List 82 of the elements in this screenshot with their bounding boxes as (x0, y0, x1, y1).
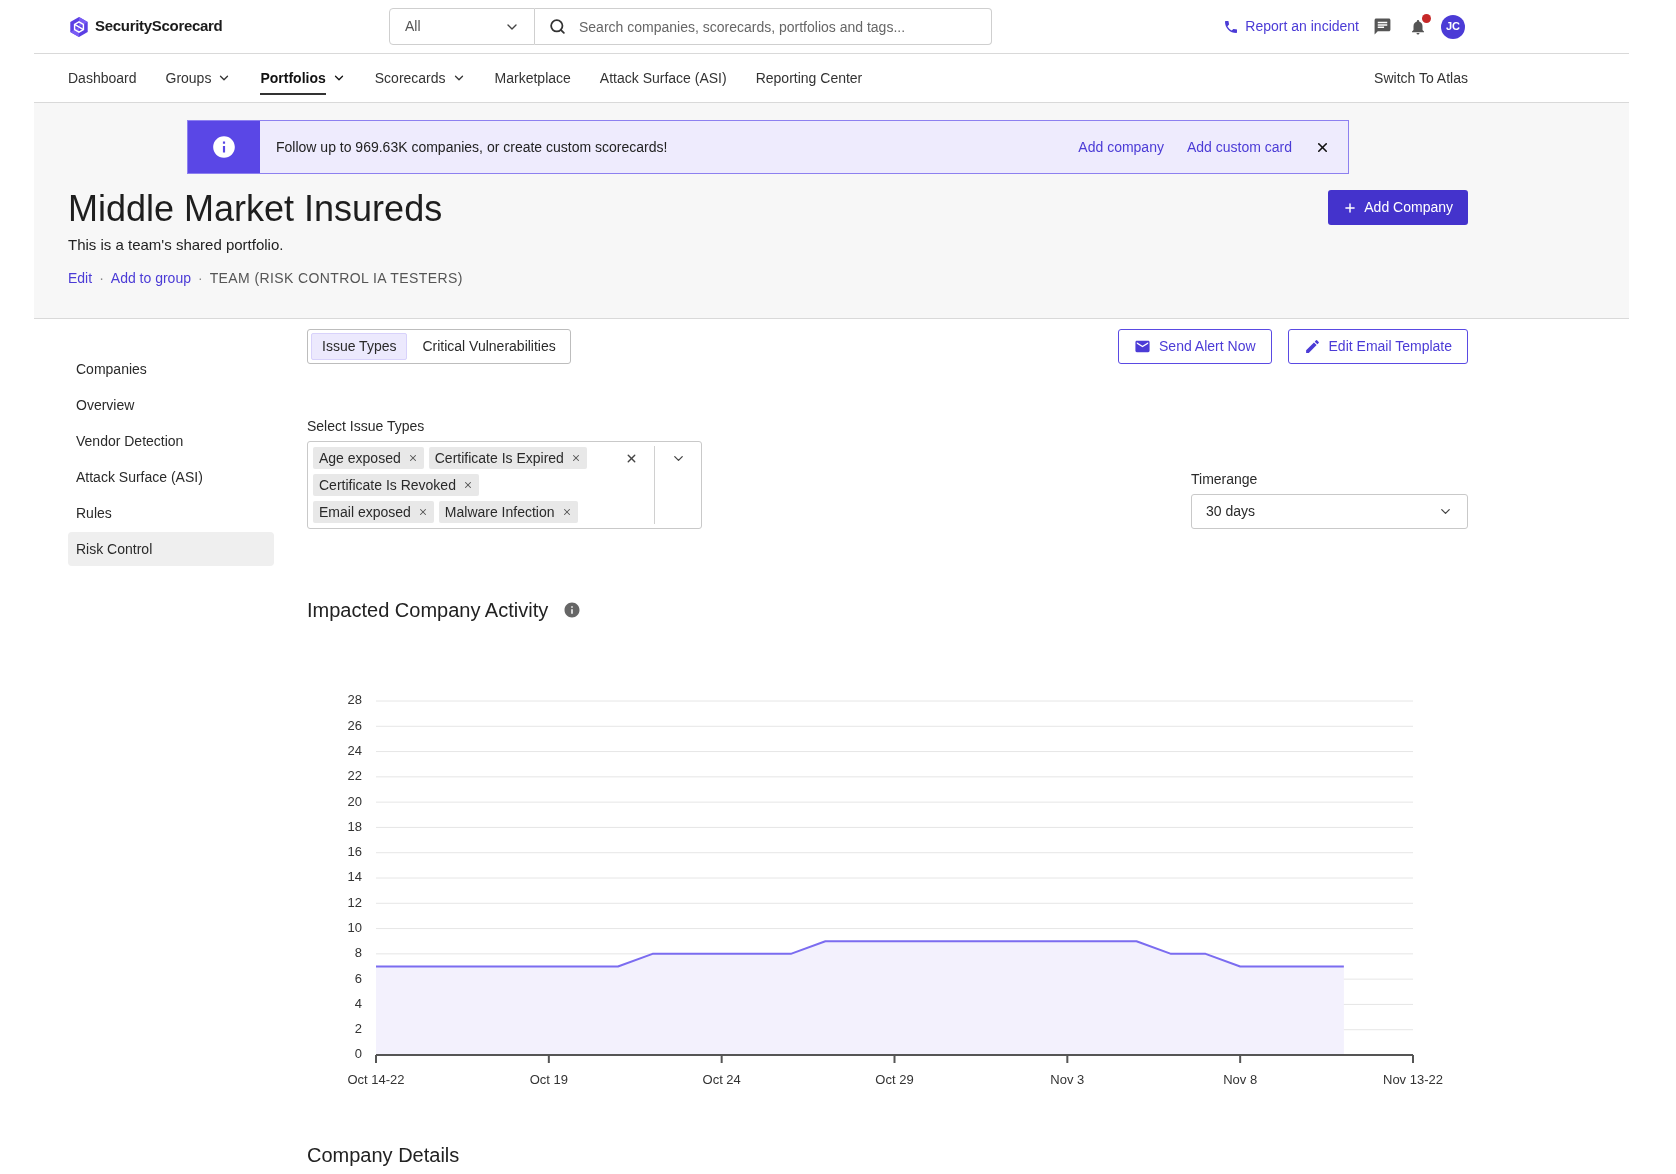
hexagon-logo-icon (68, 15, 90, 38)
section-title: Impacted Company Activity (307, 598, 549, 622)
nav-tab[interactable]: Portfolios (260, 61, 346, 95)
banner-link[interactable]: Add custom card (1186, 136, 1292, 158)
issue-type-tag[interactable]: Malware Infection (438, 501, 578, 523)
x-axis-label: Oct 19 (529, 1072, 568, 1088)
info-icon (211, 134, 237, 160)
sidebar-item[interactable]: Risk Control (68, 532, 274, 566)
switch-atlas-link[interactable]: Switch To Atlas (1374, 67, 1468, 89)
issue-type-multiselect[interactable]: Age exposed Certificate Is Expired Certificate Is Revoked Email exposed Malware Infection (307, 441, 702, 529)
banner-link[interactable]: Add company (1078, 136, 1164, 158)
remove-icon[interactable] (462, 480, 473, 490)
info-icon[interactable] (563, 601, 582, 619)
banner-message: Follow up to 969.63K companies, or create custom scorecards! (275, 137, 668, 157)
y-axis-label: 10 (347, 920, 362, 935)
action-button[interactable]: Edit Email Template (1287, 329, 1468, 364)
section-title: Company Details (307, 1144, 460, 1166)
report-incident-link[interactable]: Report an incident (1223, 16, 1359, 37)
brand-name: SecurityScorecard (95, 16, 223, 37)
avatar-button[interactable]: JC (1441, 14, 1465, 39)
search-field[interactable]: Search companies, scorecards, portfolios and tags... (535, 8, 992, 45)
y-axis-label: 12 (347, 894, 362, 910)
phone-icon (1223, 18, 1240, 35)
remove-icon[interactable] (561, 507, 572, 517)
field-label: Timerange (1191, 471, 1259, 488)
x-axis-label: Oct 14-22 (347, 1072, 405, 1088)
portfolio-link[interactable]: Edit (68, 269, 93, 287)
add-company-button[interactable]: Add Company (1328, 190, 1468, 225)
x-axis-label: Nov 3 (1050, 1072, 1085, 1088)
nav-tab[interactable]: Reporting Center (755, 61, 863, 95)
nav-tab[interactable]: Marketplace (494, 61, 571, 95)
tab[interactable]: Issue Types (311, 333, 408, 360)
sidebar-item[interactable]: Overview (68, 388, 274, 422)
x-axis-label: Nov 8 (1223, 1072, 1258, 1088)
y-axis-label: 2 (354, 1021, 362, 1037)
separator: · (99, 269, 104, 287)
remove-icon[interactable] (407, 453, 418, 463)
y-axis-label: 26 (347, 717, 362, 733)
y-axis-label: 4 (354, 995, 362, 1011)
nav-tab[interactable]: Dashboard (68, 61, 137, 95)
chat-icon[interactable] (1373, 17, 1392, 36)
separator: · (197, 269, 203, 287)
y-axis-label: 14 (347, 869, 362, 885)
y-axis-label: 18 (347, 818, 362, 834)
portfolio-title: Middle Market Insureds (68, 188, 444, 230)
team-label: TEAM (RISK CONTROL IA TESTERS) (209, 269, 463, 287)
issue-type-tag[interactable]: Certificate Is Expired (428, 447, 587, 469)
clear-icon[interactable] (625, 452, 638, 465)
y-axis-label: 28 (347, 692, 362, 708)
x-axis-label: Oct 29 (875, 1072, 914, 1088)
sidebar-item[interactable]: Rules (68, 496, 274, 530)
sidebar-item[interactable]: Vendor Detection (68, 424, 274, 458)
sidebar-item[interactable]: Companies (68, 352, 274, 386)
issue-type-tag[interactable]: Age exposed (313, 447, 424, 469)
scope-select[interactable]: All (389, 8, 535, 45)
y-axis-label: 0 (354, 1046, 362, 1062)
x-axis-label: Nov 13-22 (1383, 1072, 1443, 1088)
timerange-select[interactable]: 30 days (1191, 494, 1468, 529)
action-button[interactable]: Send Alert Now (1118, 329, 1272, 364)
sidebar-item[interactable]: Attack Surface (ASI) (68, 460, 274, 494)
y-axis-label: 22 (347, 768, 362, 784)
issue-type-tag[interactable]: Email exposed (313, 501, 434, 523)
y-axis-label: 24 (347, 743, 362, 758)
x-axis-label: Oct 24 (702, 1072, 741, 1088)
bell-icon[interactable] (1409, 17, 1427, 36)
portfolio-description: This is a team's shared portfolio. (68, 235, 285, 255)
issue-type-tag[interactable]: Certificate Is Revoked (313, 474, 479, 496)
y-axis-label: 6 (354, 970, 362, 986)
nav-tab[interactable]: Attack Surface (ASI) (599, 61, 727, 95)
y-axis-label: 8 (354, 945, 362, 961)
field-label: Select Issue Types (307, 418, 426, 435)
envelope-icon (1134, 338, 1152, 355)
nav-tab[interactable]: Groups (165, 61, 232, 95)
nav-tab[interactable]: Scorecards (374, 61, 466, 95)
y-axis-label: 16 (347, 844, 362, 860)
remove-icon[interactable] (570, 453, 581, 463)
portfolio-link[interactable]: Add to group (110, 269, 191, 287)
y-axis-label: 20 (347, 793, 362, 809)
remove-icon[interactable] (417, 507, 428, 517)
search-icon (549, 18, 566, 35)
plus-icon (1343, 200, 1358, 215)
pencil-icon (1303, 338, 1321, 355)
